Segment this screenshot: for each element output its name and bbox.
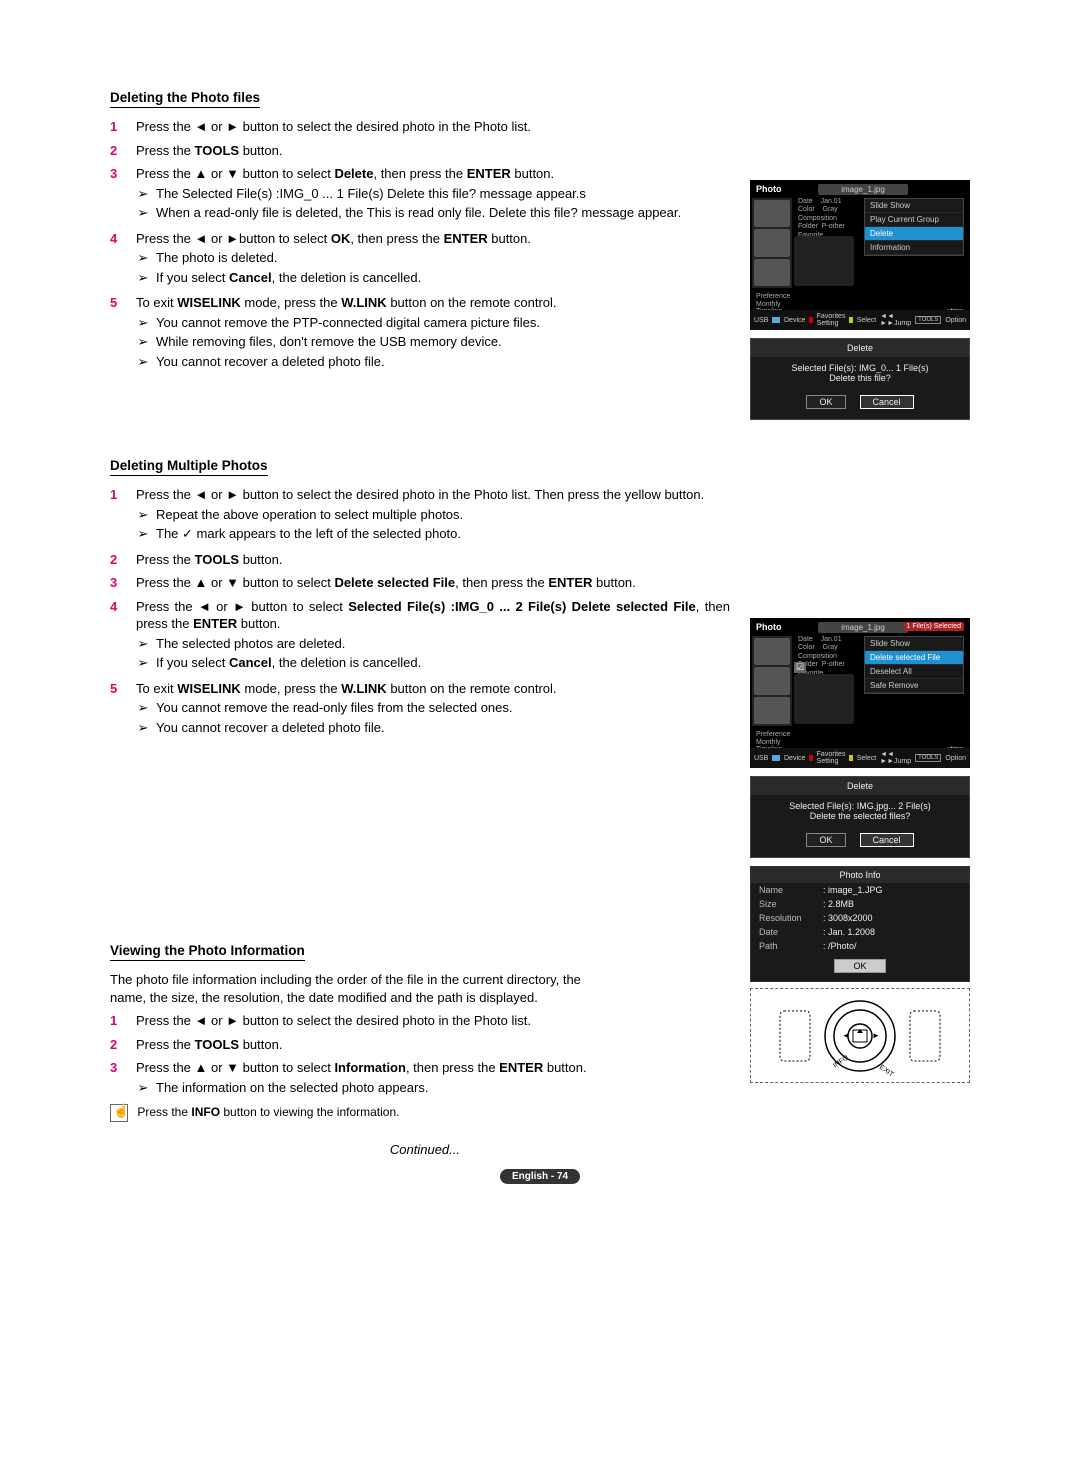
selected-badge: 1 File(s) Selected: [904, 622, 964, 631]
arrow-icon: ➢: [136, 506, 150, 524]
tv-meta: Date Jan.01 Color Gray Composition Folde…: [798, 198, 845, 240]
arrow-icon: ➢: [136, 204, 150, 222]
tv-screenshot-1: Photo image_1.jpg Date Jan.01 Color Gray…: [750, 180, 970, 330]
step-num: 2: [110, 142, 124, 160]
section1-title: Deleting the Photo files: [110, 90, 260, 108]
step-body: Press the ◄ or ►button to select OK, the…: [136, 230, 730, 289]
arrow-icon: ➢: [136, 314, 150, 332]
dialog-title: Delete: [751, 777, 969, 795]
dialog-ok-button[interactable]: OK: [806, 395, 845, 409]
arrow-icon: ➢: [136, 269, 150, 287]
svg-text:INFO: INFO: [832, 1053, 850, 1069]
step-num: 3: [110, 165, 124, 224]
step-body: To exit WISELINK mode, press the W.LINK …: [136, 294, 730, 372]
step-num: 1: [110, 486, 124, 545]
step-num: 1: [110, 1012, 124, 1030]
arrow-icon: ➢: [136, 185, 150, 203]
info-title: Photo Info: [751, 867, 969, 883]
step-num: 5: [110, 680, 124, 739]
step-body: Press the TOOLS button.: [136, 142, 730, 160]
step-num: 1: [110, 118, 124, 136]
section2-steps: 1 Press the ◄ or ► button to select the …: [110, 486, 730, 739]
arrow-icon: ➢: [136, 249, 150, 267]
arrow-icon: ➢: [136, 525, 150, 543]
step-num: 4: [110, 598, 124, 674]
step-num: 4: [110, 230, 124, 289]
tv-screenshot-2: Photo image_1.jpg 1 File(s) Selected Dat…: [750, 618, 970, 768]
info-note: Press the INFO button to viewing the inf…: [110, 1104, 610, 1122]
step-body: Press the ▲ or ▼ button to select Delete…: [136, 574, 730, 592]
tv-bottom-bar: USBDevice Favorites Setting Select ◄◄ ►►…: [750, 310, 970, 330]
svg-text:EXIT: EXIT: [878, 1063, 895, 1075]
delete-dialog-2: Delete Selected File(s): IMG.jpg... 2 Fi…: [750, 776, 970, 858]
tv-sidebar: [752, 636, 792, 726]
step-body: Press the ▲ or ▼ button to select Inform…: [136, 1059, 610, 1098]
step-body: Press the ◄ or ► button to select Select…: [136, 598, 730, 674]
tv-main-thumb: [794, 674, 854, 724]
delete-dialog-1: Delete Selected File(s): IMG_0... 1 File…: [750, 338, 970, 420]
tv-popup-menu: Slide Show Play Current Group Delete Inf…: [864, 198, 964, 256]
arrow-icon: ➢: [136, 719, 150, 737]
step-num: 2: [110, 1036, 124, 1054]
step-body: Press the TOOLS button.: [136, 1036, 610, 1054]
step-num: 5: [110, 294, 124, 372]
section2-title: Deleting Multiple Photos: [110, 458, 268, 476]
step-body: To exit WISELINK mode, press the W.LINK …: [136, 680, 730, 739]
svg-text:◄: ◄: [842, 1031, 850, 1040]
tv-filename: image_1.jpg: [818, 622, 908, 633]
step-body: Press the ▲ or ▼ button to select Delete…: [136, 165, 730, 224]
step-num: 3: [110, 574, 124, 592]
dialog-cancel-button[interactable]: Cancel: [860, 395, 914, 409]
tv-filename: image_1.jpg: [818, 184, 908, 195]
check-icon: ☑: [794, 662, 806, 673]
photo-info-panel: Photo Info Name: image_1.JPG Size: 2.8MB…: [750, 866, 970, 982]
step-body: Press the TOOLS button.: [136, 551, 730, 569]
tv-sidebar: [752, 198, 792, 288]
page-footer: English - 74: [500, 1169, 580, 1184]
dialog-ok-button[interactable]: OK: [806, 833, 845, 847]
step-body: Press the ◄ or ► button to select the de…: [136, 486, 730, 545]
step-body: Press the ◄ or ► button to select the de…: [136, 118, 730, 136]
continued-text: Continued...: [110, 1142, 460, 1157]
dialog-title: Delete: [751, 339, 969, 357]
dialog-cancel-button[interactable]: Cancel: [860, 833, 914, 847]
tv-main-thumb: [794, 236, 854, 286]
svg-text:►: ►: [872, 1031, 880, 1040]
tv-bottom-bar: USBDevice Favorites Setting Select ◄◄ ►►…: [750, 748, 970, 768]
section3-title: Viewing the Photo Information: [110, 943, 305, 961]
tv-popup-menu: Slide Show Delete selected File Deselect…: [864, 636, 964, 694]
info-ok-button[interactable]: OK: [834, 959, 885, 973]
arrow-icon: ➢: [136, 635, 150, 653]
note-icon: [110, 1104, 128, 1122]
arrow-icon: ➢: [136, 654, 150, 672]
arrow-icon: ➢: [136, 1079, 150, 1097]
section1-steps: 1 Press the ◄ or ► button to select the …: [110, 118, 730, 373]
step-body: Press the ◄ or ► button to select the de…: [136, 1012, 610, 1030]
arrow-icon: ➢: [136, 333, 150, 351]
arrow-icon: ➢: [136, 353, 150, 371]
arrow-icon: ➢: [136, 699, 150, 717]
section3-intro: The photo file information including the…: [110, 971, 610, 1006]
step-num: 3: [110, 1059, 124, 1098]
step-num: 2: [110, 551, 124, 569]
remote-illustration: ◄ ► INFO EXIT: [750, 988, 970, 1083]
